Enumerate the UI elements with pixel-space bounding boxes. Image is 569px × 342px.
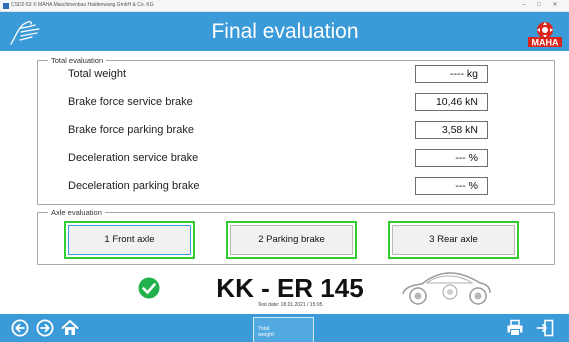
rear-axle-button[interactable]: 3 Rear axle [388, 221, 519, 259]
total-weight-value: ---- kg [415, 65, 488, 83]
parking-brake-button[interactable]: 2 Parking brake [226, 221, 357, 259]
maximize-button[interactable]: □ [532, 0, 546, 11]
total-evaluation-legend: Total evaluation [48, 55, 107, 66]
deceleration-parking-value: --- % [415, 177, 488, 195]
rear-axle-button-label[interactable]: 3 Rear axle [392, 225, 515, 255]
exit-icon[interactable] [536, 319, 554, 337]
deceleration-service-label: Deceleration service brake [68, 152, 199, 164]
parking-brake-button-label[interactable]: 2 Parking brake [230, 225, 353, 255]
print-icon[interactable] [506, 319, 524, 337]
front-axle-button-label[interactable]: 1 Front axle [68, 225, 191, 255]
brake-force-parking-value: 3,58 kN [415, 121, 488, 139]
app-icon [3, 3, 9, 9]
total-weight-tab-line2: weight [258, 332, 274, 338]
car-icon [402, 272, 491, 305]
license-plate: KK - ER 145 [216, 273, 364, 303]
test-date: Test date: 18.01.2021 / 15:05 [257, 302, 323, 308]
window-title: CSD2-53 © MAHA Maschinenbau Haldenwang G… [11, 2, 154, 8]
total-weight-label: Total weight [68, 68, 127, 80]
window-titlebar: CSD2-53 © MAHA Maschinenbau Haldenwang G… [0, 0, 569, 12]
footer-bar: Total weight [0, 314, 569, 342]
deceleration-service-value: --- % [415, 149, 488, 167]
brake-force-service-value: 10,46 kN [415, 93, 488, 111]
page-title: Final evaluation [211, 20, 359, 43]
hand-icon [10, 20, 40, 45]
check-circle-icon [138, 277, 160, 299]
forward-arrow-icon[interactable] [36, 319, 54, 337]
brake-force-parking-label: Brake force parking brake [68, 124, 194, 136]
brake-force-service-label: Brake force service brake [68, 96, 193, 108]
deceleration-parking-label: Deceleration parking brake [68, 180, 200, 192]
logo-text: MAHA [532, 38, 559, 48]
header-bar: Final evaluation MAHA [0, 12, 569, 51]
close-button[interactable]: ✕ [548, 0, 562, 11]
home-icon[interactable] [61, 319, 79, 337]
maha-logo: MAHA [528, 22, 562, 48]
back-arrow-icon[interactable] [11, 319, 29, 337]
minimize-button[interactable]: – [517, 0, 531, 11]
total-weight-tab[interactable]: Total weight [253, 317, 314, 342]
front-axle-button[interactable]: 1 Front axle [64, 221, 195, 259]
axle-evaluation-legend: Axle evaluation [48, 207, 105, 218]
